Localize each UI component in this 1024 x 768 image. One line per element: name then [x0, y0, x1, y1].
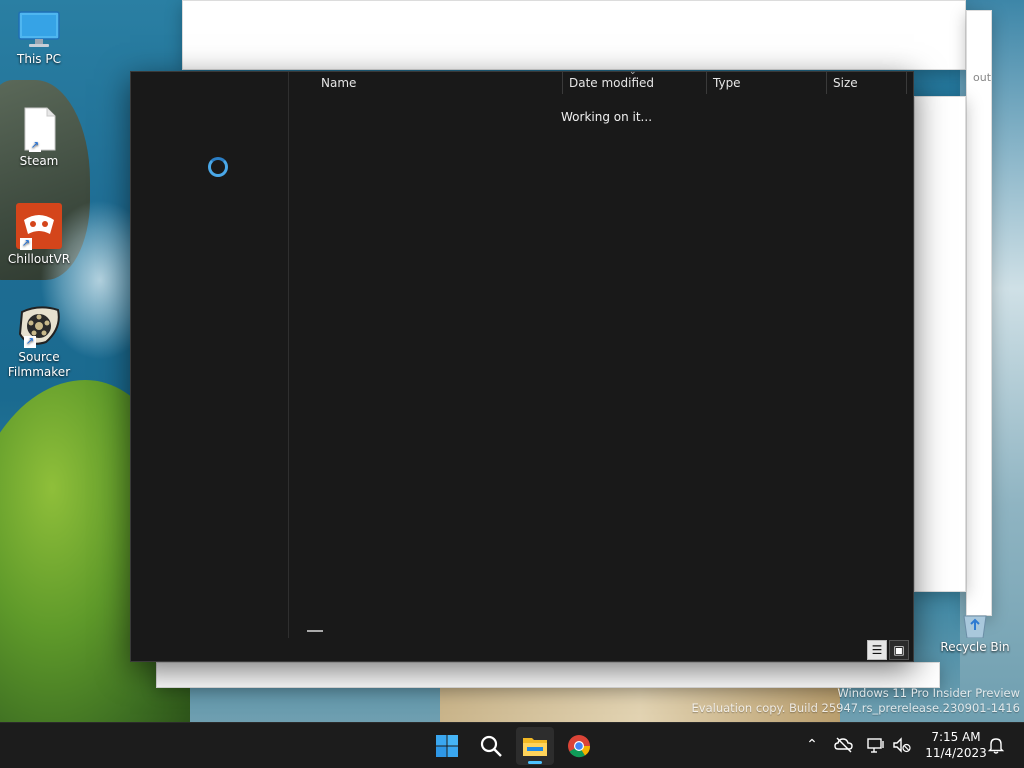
- column-header-size[interactable]: Size: [827, 72, 907, 94]
- loading-status-message: Working on it...: [561, 110, 653, 124]
- shortcut-arrow-icon: ↗: [29, 140, 41, 152]
- desktop-icon-this-pc[interactable]: This PC: [0, 10, 78, 67]
- recycle-bin-icon: [960, 614, 990, 639]
- sort-caret-icon: ⌄: [629, 67, 637, 77]
- chrome-icon: [567, 734, 591, 761]
- desktop-icon-label: Source Filmmaker: [7, 350, 71, 379]
- onedrive-offline-icon[interactable]: [834, 735, 854, 755]
- active-app-indicator: [528, 761, 542, 764]
- column-header-type[interactable]: Type: [707, 72, 827, 94]
- desktop-icon-label: ChilloutVR: [7, 252, 71, 266]
- network-icon[interactable]: [866, 735, 886, 755]
- speaker-muted-icon[interactable]: [892, 735, 912, 755]
- chilloutvr-app-icon: ↗: [14, 202, 64, 250]
- background-window-bottom[interactable]: [156, 662, 940, 688]
- details-view-button[interactable]: ☰: [867, 640, 887, 660]
- loading-spinner-icon: [208, 157, 228, 177]
- background-window-mid[interactable]: [914, 96, 966, 592]
- column-header-row: Name Date modified ⌄ Type Size: [291, 67, 907, 94]
- clock-time: 7:15 AM: [931, 730, 981, 744]
- search-button[interactable]: [472, 727, 510, 765]
- windows-watermark-line2: Evaluation copy. Build 25947.rs_prerelea…: [691, 701, 1020, 715]
- source-filmmaker-icon: ↗: [16, 306, 62, 348]
- chevron-up-icon[interactable]: ⌃: [802, 735, 822, 755]
- desktop-icon-steam[interactable]: ↗ Steam: [0, 106, 78, 169]
- taskbar-clock[interactable]: 7:15 AM 11/4/2023: [920, 729, 992, 761]
- details-view-icon: ☰: [871, 643, 883, 657]
- desktop-icon-chilloutvr[interactable]: ↗ ChilloutVR: [0, 202, 78, 267]
- navigation-pane[interactable]: [131, 72, 289, 638]
- search-icon: [479, 734, 503, 761]
- chrome-taskbar-button[interactable]: [560, 727, 598, 765]
- taskbar: ⌃ 7:15 AM 11/4/2023: [0, 722, 1024, 768]
- desktop-icon-source-filmmaker[interactable]: ↗ Source Filmmaker: [0, 306, 78, 380]
- desktop-icon-label: Recycle Bin: [940, 640, 1010, 654]
- column-header-name[interactable]: Name: [315, 72, 563, 94]
- file-explorer-icon: [522, 734, 548, 761]
- notification-bell-icon[interactable]: [986, 735, 1006, 755]
- monitor-icon: [17, 10, 61, 50]
- windows-watermark-line1: Windows 11 Pro Insider Preview: [837, 686, 1020, 700]
- shortcut-arrow-icon: ↗: [20, 238, 32, 250]
- desktop-icon-label: This PC: [17, 52, 61, 66]
- desktop-icon-recycle-bin[interactable]: Recycle Bin: [936, 614, 1014, 655]
- partial-label-right-top: out: [973, 71, 992, 84]
- large-icons-view-button[interactable]: ▣: [889, 640, 909, 660]
- large-icons-view-icon: ▣: [893, 643, 905, 657]
- shortcut-arrow-icon: ↗: [24, 336, 36, 348]
- start-button[interactable]: [428, 727, 466, 765]
- file-explorer-window[interactable]: Name Date modified ⌄ Type Size Working o…: [130, 67, 914, 662]
- desktop-icon-label: Steam: [19, 154, 59, 168]
- file-explorer-taskbar-button[interactable]: [516, 727, 554, 765]
- background-window-top[interactable]: [182, 0, 966, 70]
- blank-file-icon: ↗: [19, 106, 59, 152]
- background-window-right[interactable]: out: [966, 10, 992, 616]
- clock-date: 11/4/2023: [925, 746, 987, 760]
- windows-start-icon: [435, 734, 459, 761]
- status-bar-indicator: [307, 630, 323, 632]
